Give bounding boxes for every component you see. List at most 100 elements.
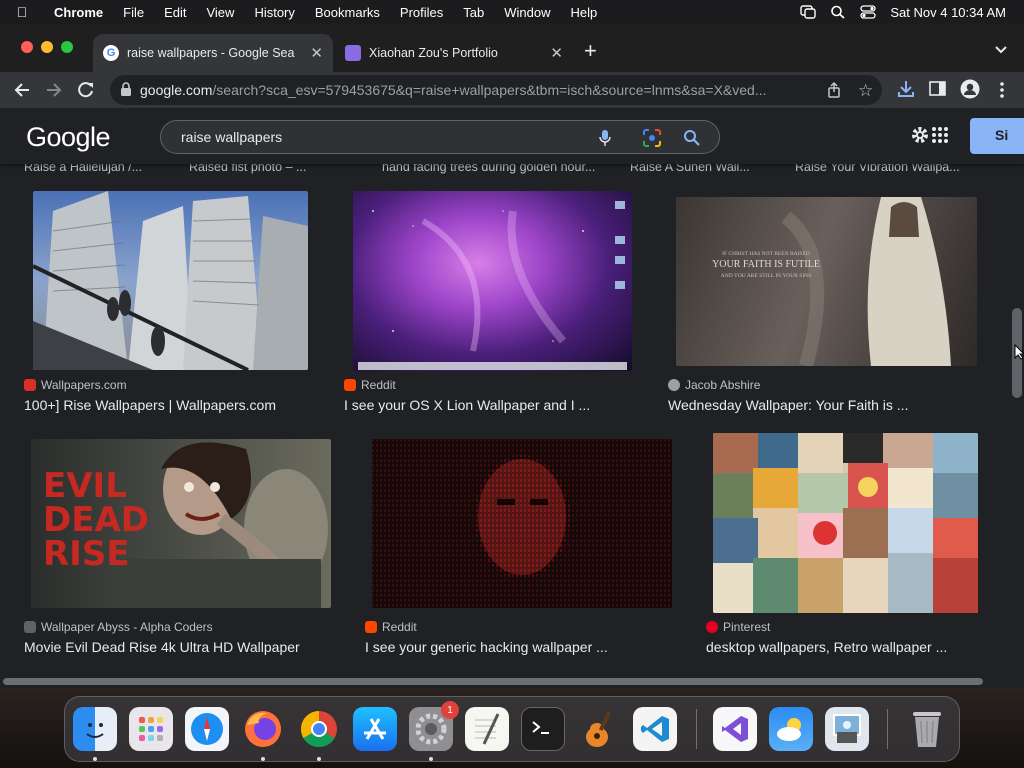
- close-tab-icon[interactable]: ✕: [310, 44, 323, 62]
- result-image[interactable]: [372, 439, 672, 608]
- result-source[interactable]: Jacob Abshire: [668, 378, 760, 392]
- menu-history[interactable]: History: [244, 5, 304, 20]
- google-logo[interactable]: Google: [26, 122, 111, 153]
- running-indicator: [93, 757, 97, 761]
- image-overlay-text: IF CHRIST HAS NOT BEEN RAISED: [722, 251, 810, 257]
- tab-strip: G raise wallpapers - Google Sea ✕ Xiaoha…: [0, 24, 1024, 72]
- result-source[interactable]: Pinterest: [706, 620, 770, 634]
- source-name: Wallpapers.com: [41, 378, 127, 392]
- reload-icon[interactable]: [70, 74, 102, 106]
- menu-bookmarks[interactable]: Bookmarks: [305, 5, 390, 20]
- source-name: Wallpaper Abyss - Alpha Coders: [41, 620, 213, 634]
- result-image[interactable]: IF CHRIST HAS NOT BEEN RAISED YOUR FAITH…: [676, 197, 977, 366]
- result-title[interactable]: 100+] Rise Wallpapers | Wallpapers.com: [24, 397, 276, 413]
- forward-icon[interactable]: [38, 74, 70, 106]
- dock-separator: [887, 709, 888, 749]
- tab-portfolio[interactable]: Xiaohan Zou's Portfolio ✕: [335, 34, 573, 72]
- app-store-icon[interactable]: [353, 707, 397, 751]
- menu-edit[interactable]: Edit: [154, 5, 196, 20]
- settings-gear-icon[interactable]: [909, 124, 931, 151]
- visual-studio-icon[interactable]: [713, 707, 757, 751]
- textedit-icon[interactable]: [465, 707, 509, 751]
- lens-search-icon[interactable]: [642, 128, 662, 151]
- jacob-abshire-icon: [668, 379, 680, 391]
- result-title[interactable]: I see your OS X Lion Wallpaper and I ...: [344, 397, 590, 413]
- tab-google-search[interactable]: G raise wallpapers - Google Sea ✕: [93, 34, 333, 72]
- terminal-icon[interactable]: [521, 707, 565, 751]
- firefox-icon[interactable]: [241, 707, 285, 751]
- result-title[interactable]: Wednesday Wallpaper: Your Faith is ...: [668, 397, 908, 413]
- search-input[interactable]: raise wallpapers: [181, 129, 282, 145]
- alpha-coders-icon: [24, 621, 36, 633]
- preview-icon[interactable]: [825, 707, 869, 751]
- result-source[interactable]: Wallpapers.com: [24, 378, 127, 392]
- reddit-icon: [344, 379, 356, 391]
- screen-mirroring-icon[interactable]: [800, 5, 817, 19]
- vscode-icon[interactable]: [633, 707, 677, 751]
- finder-icon[interactable]: [73, 707, 117, 751]
- voice-search-icon[interactable]: [599, 129, 611, 150]
- result-image[interactable]: [353, 191, 632, 371]
- result-source[interactable]: Reddit: [344, 378, 396, 392]
- dock: 1: [64, 696, 960, 762]
- side-panel-icon[interactable]: [929, 81, 946, 101]
- tab-search-chevron-icon[interactable]: [994, 42, 1008, 60]
- menu-help[interactable]: Help: [561, 5, 608, 20]
- google-images-page: Google raise wallpapers Si Raise a Halle…: [0, 108, 1024, 688]
- sign-in-button[interactable]: Si: [970, 118, 1024, 154]
- horizontal-scrollbar[interactable]: [3, 678, 983, 685]
- result-image[interactable]: [33, 191, 308, 370]
- launchpad-icon[interactable]: [129, 707, 173, 751]
- control-center-icon[interactable]: [860, 5, 877, 19]
- apple-icon[interactable]: : [0, 4, 44, 20]
- trash-icon[interactable]: [905, 707, 949, 751]
- new-tab-icon[interactable]: +: [584, 38, 597, 64]
- menu-view[interactable]: View: [196, 5, 244, 20]
- search-icon[interactable]: [683, 129, 701, 150]
- notification-badge: 1: [441, 701, 459, 719]
- bookmark-star-icon[interactable]: ☆: [858, 81, 873, 101]
- image-overlay-text: AND YOU ARE STILL IN YOUR SINS: [721, 273, 811, 279]
- garageband-icon[interactable]: [577, 707, 621, 751]
- minimize-window-button[interactable]: [41, 41, 53, 53]
- result-source[interactable]: Reddit: [365, 620, 417, 634]
- back-icon[interactable]: [6, 74, 38, 106]
- menu-bar:  Chrome File Edit View History Bookmark…: [0, 0, 1024, 24]
- menu-app-name[interactable]: Chrome: [44, 5, 113, 20]
- menu-profiles[interactable]: Profiles: [390, 5, 453, 20]
- result-title[interactable]: Movie Evil Dead Rise 4k Ultra HD Wallpap…: [24, 639, 300, 655]
- search-box[interactable]: raise wallpapers: [160, 120, 720, 154]
- wallpapers-site-icon: [24, 379, 36, 391]
- download-icon[interactable]: [897, 80, 915, 103]
- address-bar[interactable]: google.com/search?sca_esv=579453675&q=ra…: [110, 75, 882, 105]
- menu-clock[interactable]: Sat Nov 4 10:34 AM: [890, 5, 1006, 20]
- profile-avatar-icon[interactable]: [960, 79, 980, 104]
- portfolio-icon: [345, 45, 361, 61]
- share-icon[interactable]: [827, 81, 841, 101]
- weather-icon[interactable]: [769, 707, 813, 751]
- close-tab-icon[interactable]: ✕: [550, 44, 563, 62]
- system-settings-icon[interactable]: 1: [409, 701, 459, 751]
- google-header: Google raise wallpapers Si: [0, 108, 1024, 164]
- chrome-icon[interactable]: [297, 707, 341, 751]
- zoom-window-button[interactable]: [61, 41, 73, 53]
- spotlight-search-icon[interactable]: [830, 5, 846, 19]
- result-title[interactable]: desktop wallpapers, Retro wallpaper ...: [706, 639, 947, 655]
- menu-tab[interactable]: Tab: [453, 5, 494, 20]
- result-source[interactable]: Wallpaper Abyss - Alpha Coders: [24, 620, 213, 634]
- google-apps-icon[interactable]: [932, 127, 948, 148]
- lock-icon[interactable]: [120, 81, 132, 99]
- result-title[interactable]: I see your generic hacking wallpaper ...: [365, 639, 608, 655]
- close-window-button[interactable]: [21, 41, 33, 53]
- menu-file[interactable]: File: [113, 5, 154, 20]
- tab-title: Xiaohan Zou's Portfolio: [369, 46, 498, 60]
- chrome-menu-icon[interactable]: [999, 81, 1005, 104]
- menu-window[interactable]: Window: [494, 5, 560, 20]
- mouse-cursor-icon: [1014, 343, 1024, 365]
- tab-title: raise wallpapers - Google Sea: [127, 46, 295, 60]
- result-image[interactable]: [713, 433, 978, 613]
- safari-icon[interactable]: [185, 707, 229, 751]
- result-image[interactable]: EVIL DEAD RISE: [31, 439, 331, 608]
- source-name: Pinterest: [723, 620, 771, 634]
- image-overlay-text: RISE: [43, 534, 130, 574]
